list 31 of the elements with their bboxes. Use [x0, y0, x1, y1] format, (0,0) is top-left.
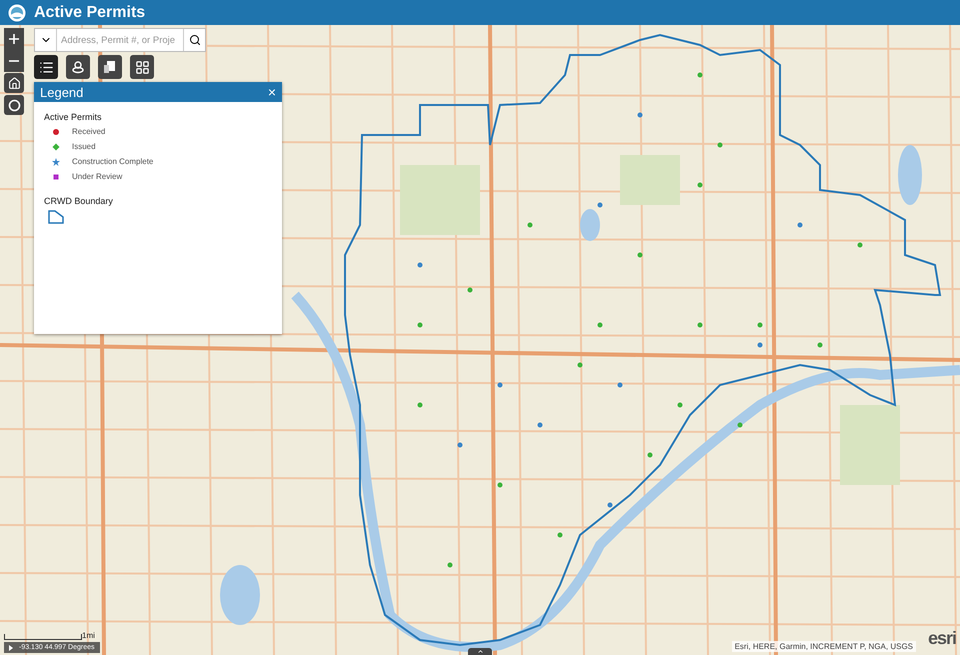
home-button[interactable]: [4, 73, 24, 93]
circle-icon: [8, 98, 20, 112]
legend-title: Legend: [40, 84, 84, 100]
map-document-button[interactable]: [98, 55, 122, 79]
search-icon: [188, 34, 200, 46]
locate-button[interactable]: [4, 95, 24, 115]
legend-label: Issued: [72, 142, 96, 151]
grid-icon: [134, 60, 150, 74]
legend-label: Construction Complete: [72, 157, 154, 166]
legend-list-button[interactable]: [34, 55, 58, 79]
close-button[interactable]: ×: [268, 85, 276, 99]
layers-button[interactable]: [66, 55, 90, 79]
plus-icon: [8, 33, 20, 45]
expand-tab[interactable]: [468, 648, 492, 655]
expand-icon: [9, 644, 13, 650]
caret-icon: [476, 648, 484, 655]
search-bar[interactable]: Address, Permit #, or Proje: [34, 28, 206, 52]
scale-label: 1mi: [82, 631, 95, 640]
grid-button[interactable]: [130, 55, 154, 79]
home-icon: [8, 76, 20, 90]
esri-logo: esri: [928, 628, 956, 649]
document-icon: [103, 60, 117, 74]
app-title: Active Permits: [34, 4, 146, 22]
layer-title: Active Permits: [44, 112, 103, 122]
legend-label: Received: [72, 127, 106, 136]
legend-label: Under Review: [72, 172, 122, 181]
list-icon: [38, 60, 54, 74]
boundary-symbol-icon: [48, 210, 64, 224]
logo-icon: [8, 4, 26, 22]
layer-title: CRWD Boundary: [44, 196, 114, 206]
attribution-text: Esri, HERE, Garmin, INCREMENT P, NGA, USGS: [732, 641, 916, 652]
